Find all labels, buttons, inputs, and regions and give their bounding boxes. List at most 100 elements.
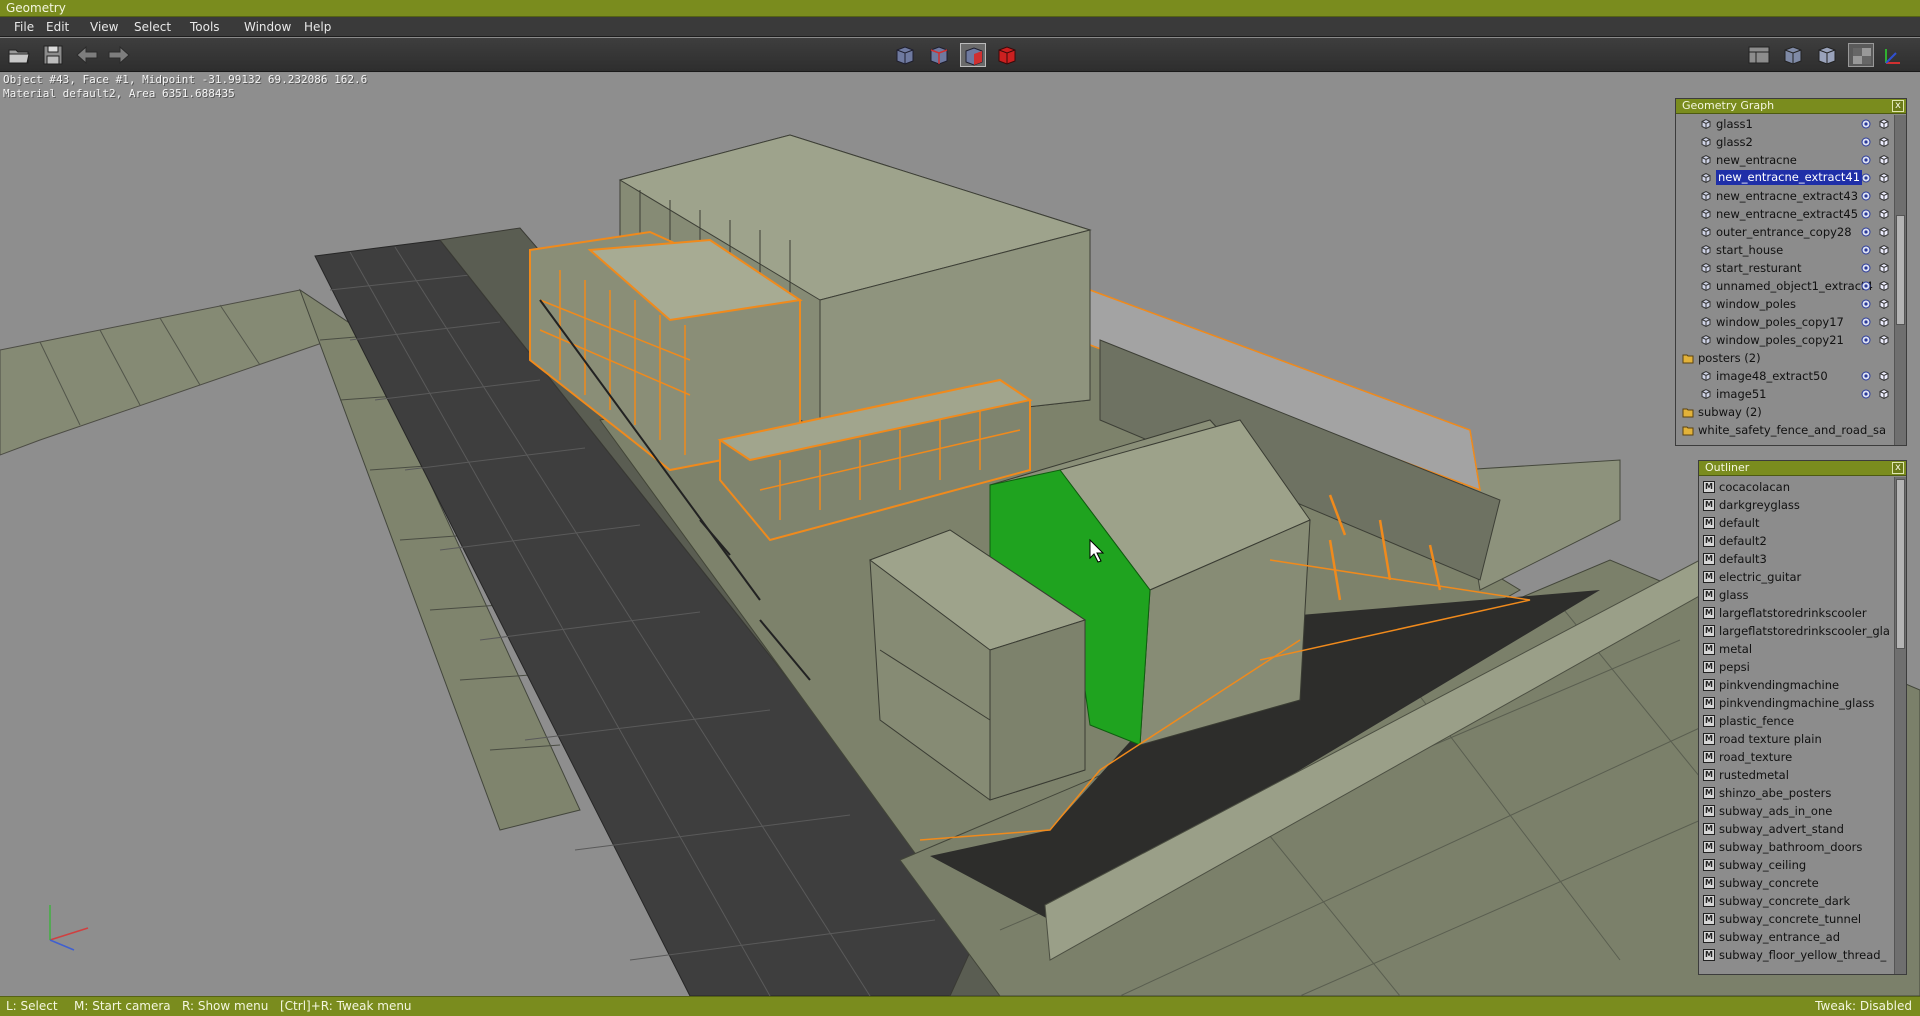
- material-row[interactable]: Mdefault: [1699, 514, 1894, 532]
- visibility-icon[interactable]: [1860, 226, 1872, 238]
- geometry-object-row[interactable]: outer_entrance_copy28: [1676, 223, 1894, 241]
- menu-tools[interactable]: Tools: [186, 19, 224, 35]
- scrollbar-thumb[interactable]: [1896, 215, 1905, 325]
- render-cube-icon[interactable]: [1878, 226, 1890, 238]
- visibility-icon[interactable]: [1860, 388, 1872, 400]
- render-cube-icon[interactable]: [1878, 370, 1890, 382]
- geometry-object-row[interactable]: image48_extract50: [1676, 367, 1894, 385]
- geometry-folder-row[interactable]: posters (2): [1676, 349, 1894, 367]
- render-cube-icon[interactable]: [1878, 208, 1890, 220]
- visibility-icon[interactable]: [1860, 190, 1872, 202]
- vertex-mode-icon[interactable]: [892, 43, 918, 67]
- edge-mode-icon[interactable]: [926, 43, 952, 67]
- visibility-icon[interactable]: [1860, 136, 1872, 148]
- checker-icon[interactable]: [1848, 43, 1874, 67]
- render-cube-icon[interactable]: [1878, 118, 1890, 130]
- visibility-icon[interactable]: [1860, 262, 1872, 274]
- material-row[interactable]: Mmetal: [1699, 640, 1894, 658]
- face-mode-icon[interactable]: [960, 43, 986, 67]
- material-row[interactable]: Mdefault2: [1699, 532, 1894, 550]
- material-row[interactable]: Msubway_ads_in_one: [1699, 802, 1894, 820]
- material-row[interactable]: Mroad texture plain: [1699, 730, 1894, 748]
- geometry-folder-row[interactable]: subway (2): [1676, 403, 1894, 421]
- material-row[interactable]: Msubway_floor_yellow_thread_: [1699, 946, 1894, 964]
- render-cube-icon[interactable]: [1878, 262, 1890, 274]
- geometry-graph-header[interactable]: Geometry Graph x: [1676, 99, 1906, 114]
- shaded-cube-icon[interactable]: [1780, 43, 1806, 67]
- wire-cube-icon[interactable]: [1814, 43, 1840, 67]
- geometry-object-row[interactable]: glass1: [1676, 115, 1894, 133]
- visibility-icon[interactable]: [1860, 298, 1872, 310]
- material-row[interactable]: Mshinzo_abe_posters: [1699, 784, 1894, 802]
- material-row[interactable]: Msubway_concrete_tunnel: [1699, 910, 1894, 928]
- menu-edit[interactable]: Edit: [42, 19, 73, 35]
- axis-icon[interactable]: [1882, 43, 1908, 67]
- undo-arrow-icon[interactable]: [74, 43, 100, 67]
- geometry-object-row[interactable]: new_entracne_extract45: [1676, 205, 1894, 223]
- material-row[interactable]: Mpepsi: [1699, 658, 1894, 676]
- visibility-icon[interactable]: [1860, 280, 1872, 292]
- save-icon[interactable]: [40, 43, 66, 67]
- close-icon[interactable]: x: [1892, 462, 1904, 474]
- geometry-object-row[interactable]: new_entracne_extract43: [1676, 187, 1894, 205]
- outliner-scrollbar[interactable]: [1894, 477, 1906, 974]
- menu-file[interactable]: File: [10, 19, 38, 35]
- render-cube-icon[interactable]: [1878, 154, 1890, 166]
- material-row[interactable]: Mroad_texture: [1699, 748, 1894, 766]
- render-cube-icon[interactable]: [1878, 172, 1890, 184]
- material-row[interactable]: Msubway_entrance_ad: [1699, 928, 1894, 946]
- geometry-object-row[interactable]: start_house: [1676, 241, 1894, 259]
- visibility-icon[interactable]: [1860, 154, 1872, 166]
- render-cube-icon[interactable]: [1878, 334, 1890, 346]
- material-row[interactable]: Mrustedmetal: [1699, 766, 1894, 784]
- render-cube-icon[interactable]: [1878, 316, 1890, 328]
- material-row[interactable]: Melectric_guitar: [1699, 568, 1894, 586]
- visibility-icon[interactable]: [1860, 316, 1872, 328]
- material-row[interactable]: Msubway_ceiling: [1699, 856, 1894, 874]
- menu-select[interactable]: Select: [130, 19, 175, 35]
- visibility-icon[interactable]: [1860, 370, 1872, 382]
- material-row[interactable]: Mglass: [1699, 586, 1894, 604]
- render-cube-icon[interactable]: [1878, 298, 1890, 310]
- material-row[interactable]: Msubway_concrete_dark: [1699, 892, 1894, 910]
- 3d-viewport[interactable]: Object #43, Face #1, Midpoint -31.99132 …: [0, 73, 1920, 996]
- menu-window[interactable]: Window: [240, 19, 295, 35]
- geometry-object-row[interactable]: glass2: [1676, 133, 1894, 151]
- close-icon[interactable]: x: [1892, 100, 1904, 112]
- render-cube-icon[interactable]: [1878, 244, 1890, 256]
- material-row[interactable]: Mpinkvendingmachine: [1699, 676, 1894, 694]
- geometry-object-row[interactable]: window_poles_copy17: [1676, 313, 1894, 331]
- render-cube-icon[interactable]: [1878, 136, 1890, 148]
- layout-icon[interactable]: [1746, 43, 1772, 67]
- material-row[interactable]: Mlargeflatstoredrinkscooler_gla: [1699, 622, 1894, 640]
- object-mode-icon[interactable]: [994, 43, 1020, 67]
- material-row[interactable]: Msubway_bathroom_doors: [1699, 838, 1894, 856]
- geometry-object-row[interactable]: image51: [1676, 385, 1894, 403]
- visibility-icon[interactable]: [1860, 118, 1872, 130]
- menu-help[interactable]: Help: [300, 19, 335, 35]
- material-row[interactable]: Mlargeflatstoredrinkscooler: [1699, 604, 1894, 622]
- geometry-object-row[interactable]: window_poles_copy21: [1676, 331, 1894, 349]
- render-cube-icon[interactable]: [1878, 190, 1890, 202]
- material-row[interactable]: Mpinkvendingmachine_glass: [1699, 694, 1894, 712]
- geometry-object-row[interactable]: new_entracne: [1676, 151, 1894, 169]
- visibility-icon[interactable]: [1860, 334, 1872, 346]
- material-row[interactable]: Mdarkgreyglass: [1699, 496, 1894, 514]
- render-cube-icon[interactable]: [1878, 388, 1890, 400]
- material-row[interactable]: Mplastic_fence: [1699, 712, 1894, 730]
- material-row[interactable]: Msubway_concrete: [1699, 874, 1894, 892]
- visibility-icon[interactable]: [1860, 208, 1872, 220]
- outliner-header[interactable]: Outliner x: [1699, 461, 1906, 476]
- menu-view[interactable]: View: [86, 19, 122, 35]
- visibility-icon[interactable]: [1860, 244, 1872, 256]
- geometry-object-row[interactable]: window_poles: [1676, 295, 1894, 313]
- geometry-graph-scrollbar[interactable]: [1894, 115, 1906, 445]
- material-row[interactable]: Mcocacolacan: [1699, 478, 1894, 496]
- visibility-icon[interactable]: [1860, 172, 1872, 184]
- material-row[interactable]: Mdefault3: [1699, 550, 1894, 568]
- render-cube-icon[interactable]: [1878, 280, 1890, 292]
- geometry-object-row[interactable]: start_resturant: [1676, 259, 1894, 277]
- geometry-folder-row[interactable]: white_safety_fence_and_road_sa: [1676, 421, 1894, 439]
- geometry-object-row[interactable]: new_entracne_extract41: [1676, 169, 1894, 187]
- geometry-object-row[interactable]: unnamed_object1_extract4: [1676, 277, 1894, 295]
